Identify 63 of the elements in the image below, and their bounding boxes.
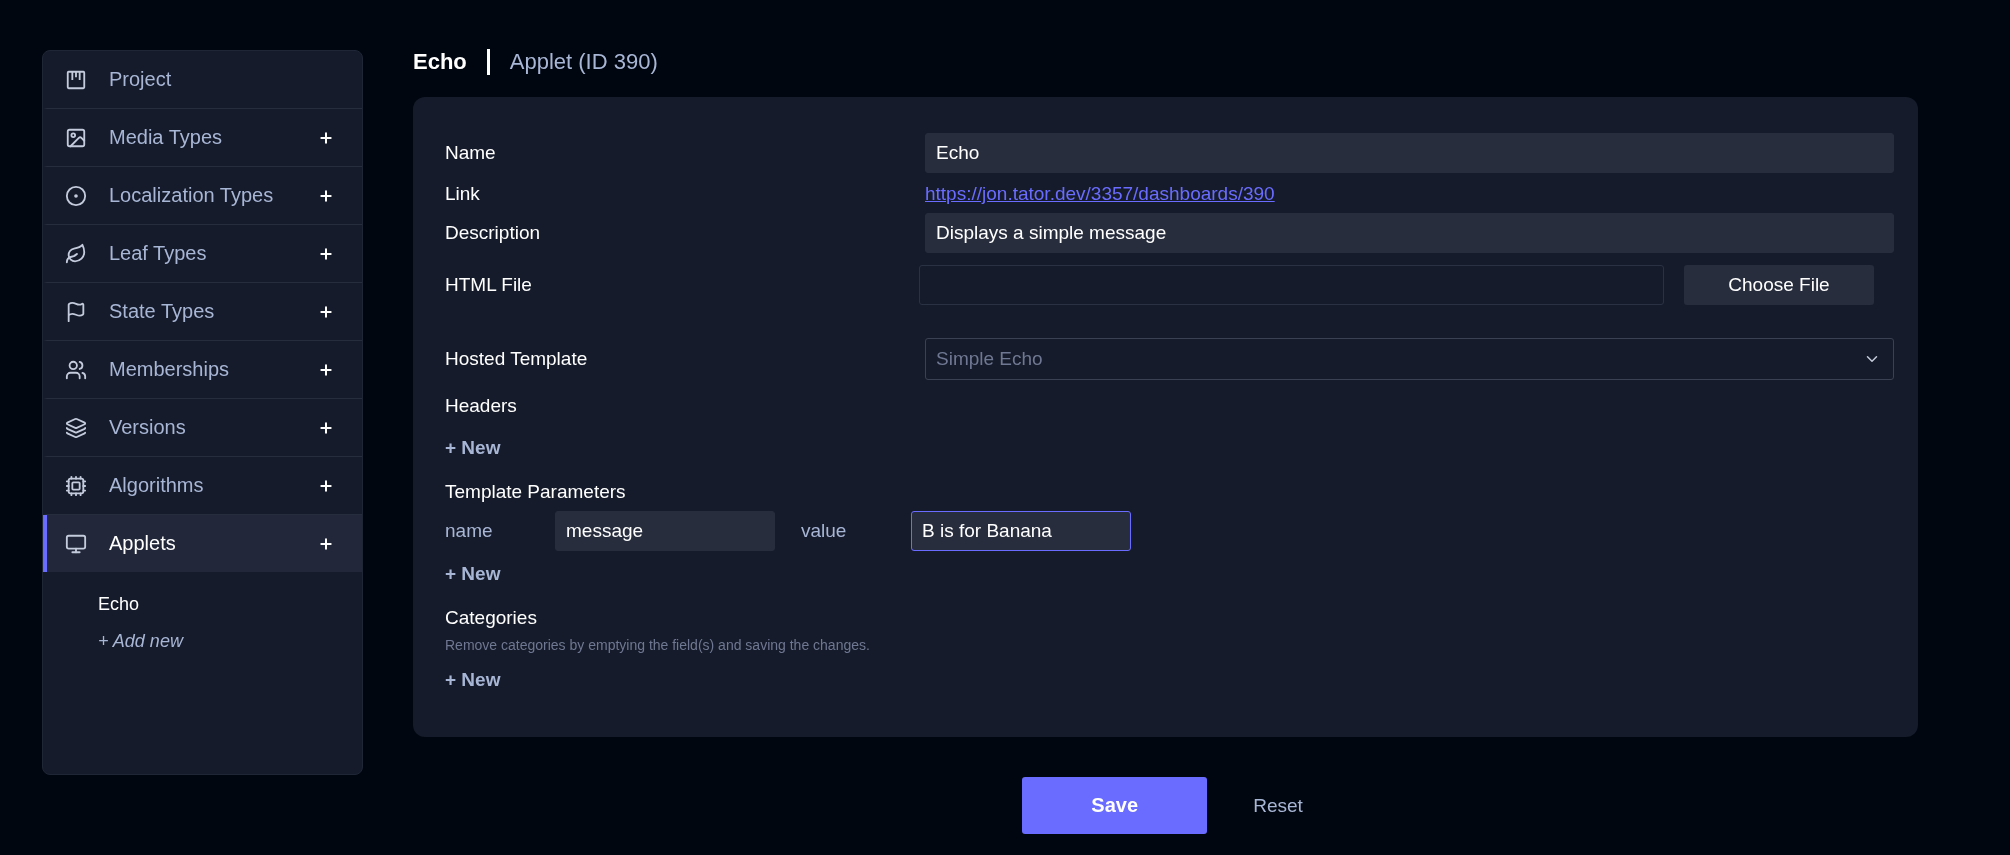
add-new-link[interactable]: + New [445, 563, 501, 585]
sidebar-label: Project [109, 68, 173, 91]
sidebar-label: Media Types [109, 126, 224, 149]
save-button[interactable]: Save [1022, 777, 1208, 834]
param-value-field[interactable]: B is for Banana [911, 511, 1131, 551]
text-field[interactable]: Displays a simple message [925, 213, 1894, 253]
choose-file-button[interactable]: Choose File [1684, 265, 1874, 305]
page-subtitle: Applet (ID 390) [509, 49, 658, 75]
plus-icon[interactable] [318, 361, 334, 378]
plus-icon[interactable] [318, 187, 334, 204]
plus-icon[interactable] [318, 129, 334, 146]
applet-link[interactable]: Echo [98, 586, 140, 623]
page-title: Echo [413, 49, 467, 75]
board-icon [65, 68, 87, 91]
target-icon [65, 184, 87, 207]
title-divider [486, 49, 490, 75]
add-new-link[interactable]: + New [445, 437, 501, 459]
sidebar-item[interactable]: Leaf Types [43, 225, 362, 283]
field-label: Hosted Template [445, 348, 589, 370]
plus-icon[interactable] [318, 245, 334, 262]
section-label: Template Parameters [445, 481, 626, 503]
sidebar-item[interactable]: Localization Types [43, 167, 362, 225]
plus-icon[interactable] [318, 303, 334, 320]
sidebar-label: State Types [109, 300, 216, 323]
sidebar-label: Localization Types [109, 184, 275, 207]
dashboard-link[interactable]: https://jon.tator.dev/3357/dashboards/390 [925, 183, 1275, 205]
monitor-icon [65, 532, 87, 555]
param-label: value [801, 520, 848, 542]
chip-icon [65, 474, 87, 497]
leaf-icon [65, 242, 87, 265]
field-label: Description [445, 222, 542, 244]
layers-icon [65, 416, 87, 439]
param-name-field[interactable]: message [555, 511, 775, 551]
section-label: Headers [445, 395, 517, 417]
field-label: Link [445, 183, 481, 205]
sidebar-item[interactable]: Versions [43, 399, 362, 457]
section-label: Categories [445, 607, 537, 629]
sidebar-item[interactable]: Memberships [43, 341, 362, 399]
field-label: Name [445, 142, 497, 164]
help-text: Remove categories by emptying the field(s) and saving the changes. [445, 637, 870, 653]
flag-icon [65, 300, 87, 323]
add-new-link[interactable]: + New [445, 669, 501, 691]
add-new-link[interactable]: + Add new [98, 623, 183, 660]
plus-icon[interactable] [318, 535, 334, 552]
plus-icon[interactable] [318, 477, 334, 494]
sidebar-label: Memberships [109, 358, 231, 381]
file-field[interactable] [919, 265, 1664, 305]
reset-button[interactable]: Reset [1247, 793, 1309, 818]
text-field[interactable]: Echo [925, 133, 1894, 173]
plus-icon[interactable] [318, 419, 334, 436]
sidebar-item[interactable]: Project [43, 51, 362, 109]
template-select[interactable]: Simple Echo [925, 338, 1894, 380]
sidebar-item[interactable]: State Types [43, 283, 362, 341]
sidebar-label: Algorithms [109, 474, 205, 497]
sidebar-label: Applets [109, 532, 177, 555]
image-icon [65, 126, 87, 149]
sidebar-label: Versions [109, 416, 187, 439]
sidebar-item[interactable]: Media Types [43, 109, 362, 167]
sidebar-item[interactable]: Applets [43, 515, 362, 572]
sidebar-label: Leaf Types [109, 242, 208, 265]
param-label: name [445, 520, 494, 542]
users-icon [65, 358, 87, 381]
field-label: HTML File [445, 274, 533, 296]
